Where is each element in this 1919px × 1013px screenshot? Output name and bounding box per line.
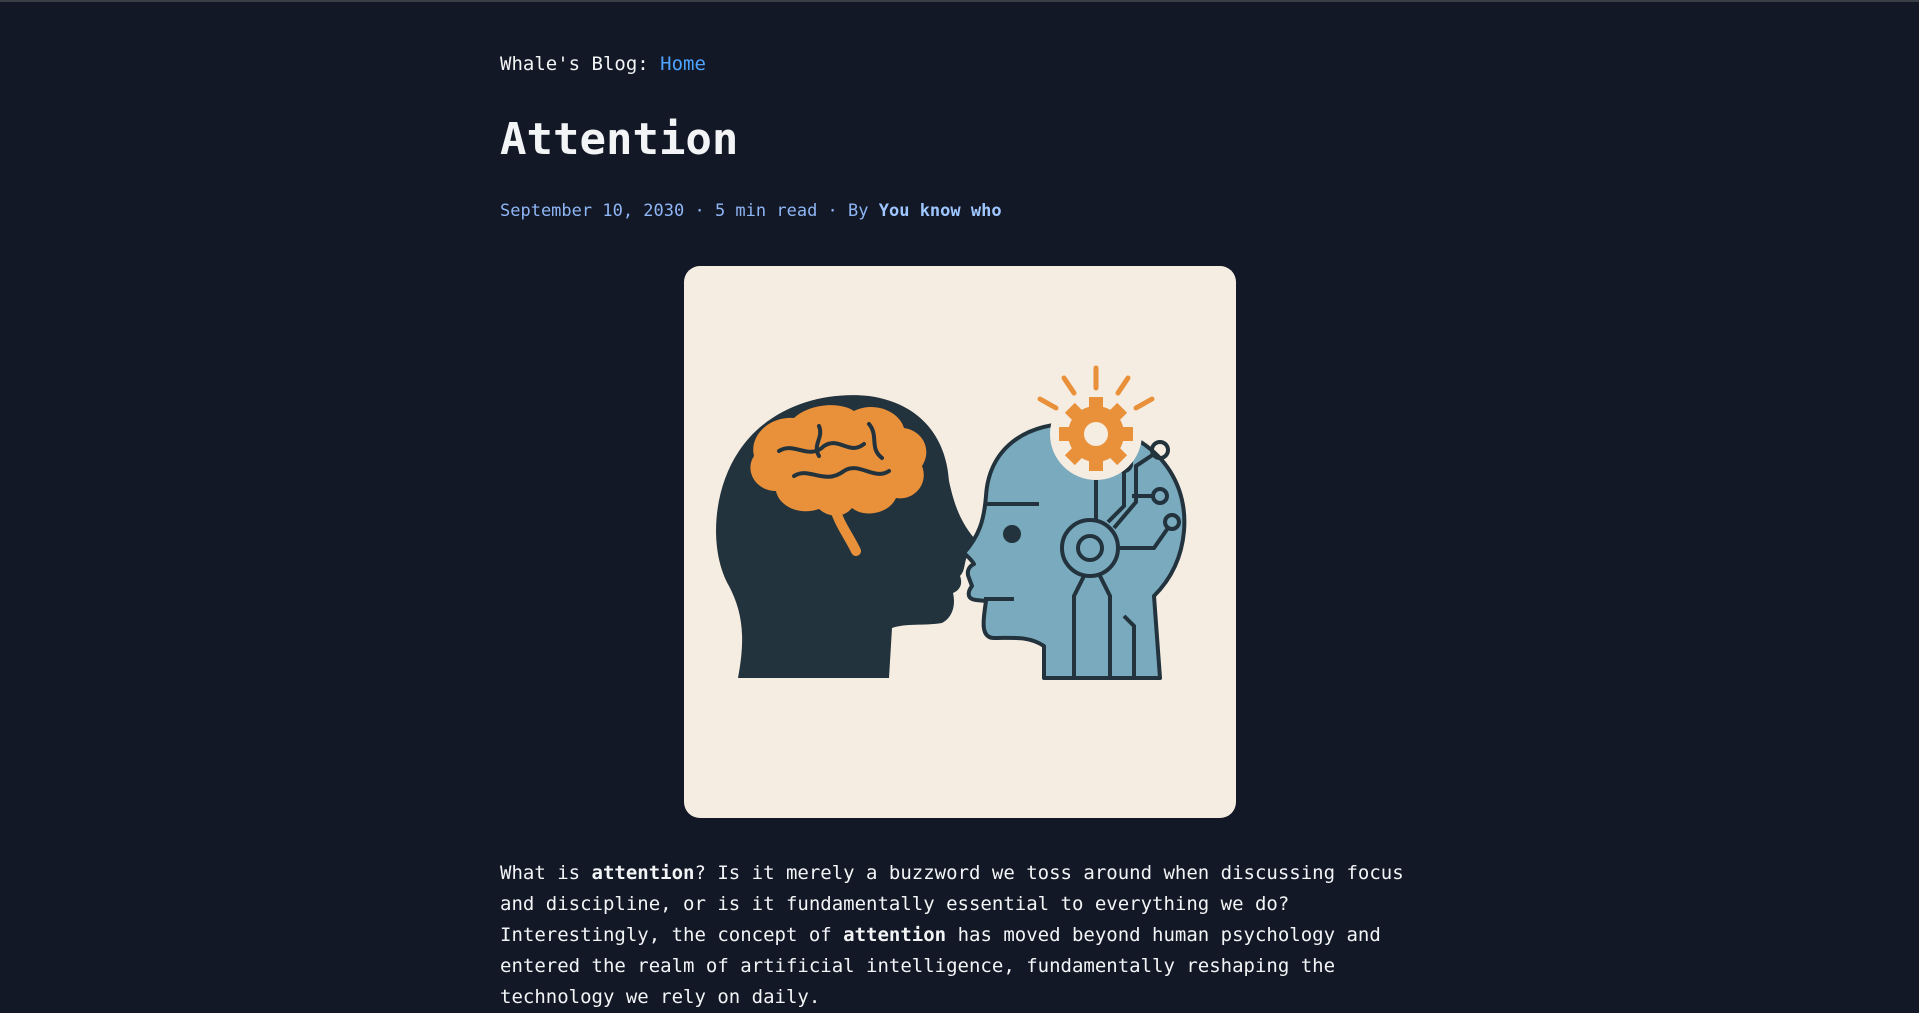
blog-name: Whale's Blog: <box>500 53 661 75</box>
meta-separator: · <box>817 201 849 221</box>
body-text: What is <box>500 862 592 884</box>
post-meta: September 10, 2030 · 5 min read · By You… <box>500 201 1002 221</box>
post-body-paragraph: What is attention? Is it merely a buzzwo… <box>500 858 1420 1013</box>
home-link[interactable]: Home <box>660 53 706 75</box>
post-author[interactable]: You know who <box>879 201 1002 221</box>
human-vs-ai-illustration <box>716 365 1187 680</box>
body-emphasis: attention <box>591 862 695 884</box>
post-date: September 10, 2030 <box>500 201 685 221</box>
body-emphasis: attention <box>843 924 947 946</box>
by-label: By <box>848 201 879 221</box>
post-title: Attention <box>500 114 739 165</box>
meta-separator: · <box>684 201 715 221</box>
hero-illustration <box>684 266 1236 818</box>
read-time: 5 min read <box>714 201 818 221</box>
gear-icon <box>1050 388 1142 480</box>
site-header: Whale's Blog: Home <box>500 53 706 75</box>
